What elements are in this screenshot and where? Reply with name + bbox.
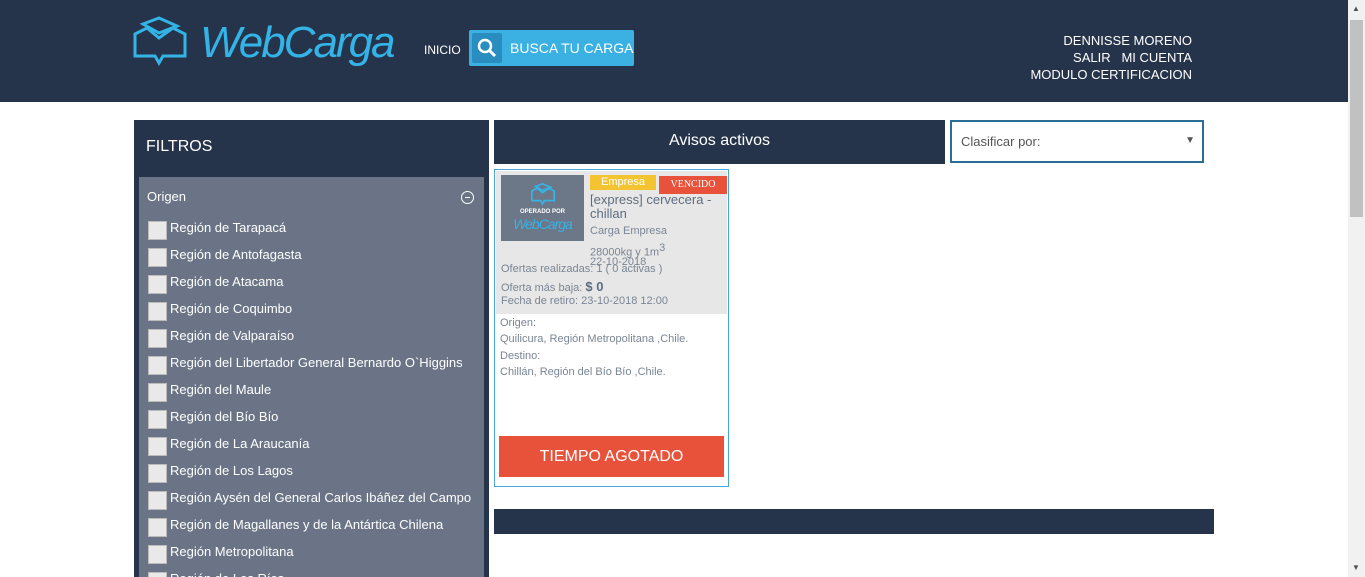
user-name[interactable]: DENNISSE MORENO xyxy=(1030,32,1192,49)
time-expired-button[interactable]: TIEMPO AGOTADO xyxy=(499,436,724,477)
region-label: Región de Magallanes y de la Antártica C… xyxy=(170,517,444,532)
card-summary: OPERADO POR WebCarga Empresa VENCIDO [ex… xyxy=(496,171,727,314)
region-checkbox[interactable] xyxy=(148,518,167,537)
region-label: Región de Antofagasta xyxy=(170,247,302,262)
my-account-link[interactable]: MI CUENTA xyxy=(1121,50,1192,65)
region-label: Región de Tarapacá xyxy=(170,220,287,235)
region-label: Región de La Araucanía xyxy=(170,436,310,451)
sort-select-value: Clasificar por: xyxy=(961,134,1041,149)
filters-title: FILTROS xyxy=(146,138,213,155)
region-checkbox[interactable] xyxy=(148,572,167,577)
empresa-badge: Empresa xyxy=(590,175,656,190)
region-label: Región del Libertador General Bernardo O… xyxy=(170,355,463,370)
offers-count: Ofertas realizadas: 1 ( 0 activas ) xyxy=(501,263,663,275)
search-button-label: BUSCA TU CARGA xyxy=(510,40,634,56)
region-checkbox[interactable] xyxy=(148,221,167,240)
region-checkbox[interactable] xyxy=(148,437,167,456)
origin-label: Origen: xyxy=(500,317,537,329)
certification-link[interactable]: MODULO CERTIFICACION xyxy=(1030,66,1192,83)
scroll-down-icon[interactable]: ▼ xyxy=(1352,563,1360,572)
box-icon xyxy=(531,182,555,206)
thumb-operated-text: OPERADO POR xyxy=(519,209,565,215)
vertical-scrollbar[interactable]: ▲ ▼ xyxy=(1348,0,1365,577)
lowest-offer: Oferta más baja: $ 0 xyxy=(501,279,604,294)
region-checkbox[interactable] xyxy=(148,248,167,267)
region-label: Región de Los Ríos xyxy=(170,571,284,577)
region-checkbox[interactable] xyxy=(148,356,167,375)
region-label: Región Aysén del General Carlos Ibáñez d… xyxy=(170,490,472,505)
scrollbar-thumb[interactable] xyxy=(1350,20,1363,217)
region-checkbox[interactable] xyxy=(148,491,167,510)
region-checkbox[interactable] xyxy=(148,302,167,321)
scroll-up-icon[interactable]: ▲ xyxy=(1352,4,1360,13)
region-checkbox[interactable] xyxy=(148,383,167,402)
destination-label: Destino: xyxy=(500,350,541,362)
pickup-date: Fecha de retiro: 23-10-2018 12:00 xyxy=(501,295,668,307)
origin-filter-label: Origen xyxy=(147,189,187,204)
active-listings-header: Avisos activos xyxy=(494,120,945,164)
cargo-type: Carga Empresa xyxy=(590,225,668,237)
nav-inicio-link[interactable]: INICIO xyxy=(424,43,461,57)
logout-link[interactable]: SALIR xyxy=(1073,50,1111,65)
user-menu: DENNISSE MORENO SALIR MI CUENTA MODULO C… xyxy=(1030,32,1192,83)
region-checkbox[interactable] xyxy=(148,329,167,348)
listing-title[interactable]: [express] cervecera - chillan xyxy=(590,193,725,221)
filters-sidebar: FILTROS Origen Región de Tarapacá Región … xyxy=(134,120,489,577)
sort-by-select[interactable]: Clasificar por: ▼ xyxy=(950,120,1204,163)
region-checkbox[interactable] xyxy=(148,275,167,294)
listing-thumbnail: OPERADO POR WebCarga xyxy=(501,175,584,241)
region-label: Región del Maule xyxy=(170,382,272,397)
region-label: Región de Valparaíso xyxy=(170,328,295,343)
region-checkbox[interactable] xyxy=(148,464,167,483)
region-label: Región de Atacama xyxy=(170,274,284,289)
top-header: WebCarga INICIO BUSCA TU CARGA DENNISSE … xyxy=(0,0,1348,102)
search-icon xyxy=(472,33,502,63)
listing-card[interactable]: OPERADO POR WebCarga Empresa VENCIDO [ex… xyxy=(494,169,729,487)
origin-value: Quilicura, Región Metropolitana ,Chile. xyxy=(500,333,689,345)
brand-wordmark[interactable]: WebCarga xyxy=(200,18,396,68)
thumb-brand-text: WebCarga xyxy=(513,216,573,232)
destination-value: Chillán, Región del Bío Bío ,Chile. xyxy=(500,366,666,378)
region-label: Región del Bío Bío xyxy=(170,409,279,424)
region-checkbox[interactable] xyxy=(148,545,167,564)
region-label: Región de Los Lagos xyxy=(170,463,293,478)
footer-bar xyxy=(494,509,1214,534)
chevron-down-icon: ▼ xyxy=(1185,135,1195,146)
region-label: Región Metropolitana xyxy=(170,544,294,559)
region-checkbox[interactable] xyxy=(148,410,167,429)
search-cargo-button[interactable]: BUSCA TU CARGA xyxy=(469,30,634,66)
collapse-minus-icon[interactable] xyxy=(461,191,474,204)
webcarga-logo-icon[interactable] xyxy=(133,16,187,66)
origin-filter-panel: Origen Región de Tarapacá Región de Antof… xyxy=(139,177,484,577)
region-label: Región de Coquimbo xyxy=(170,301,293,316)
